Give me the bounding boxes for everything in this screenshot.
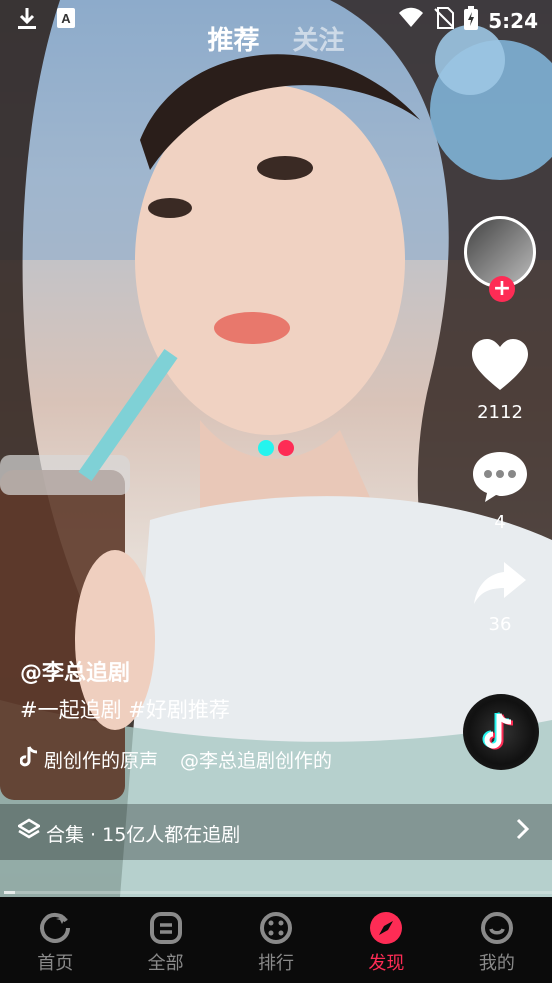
share-count: 36	[488, 614, 512, 635]
like-count: 2112	[477, 402, 523, 423]
nav-all-label: 全部	[147, 953, 184, 974]
music-author: @李总追剧创作的	[180, 750, 333, 772]
nav-profile[interactable]: 我的	[442, 897, 552, 983]
loading-indicator	[258, 440, 294, 456]
all-icon	[149, 911, 183, 945]
music-note-icon	[19, 746, 38, 773]
ranking-icon	[259, 911, 293, 945]
chevron-right-icon	[516, 818, 530, 846]
hashtags[interactable]: #一起追剧 #好剧推荐	[20, 694, 230, 724]
like-button[interactable]: 2112	[460, 338, 540, 423]
nav-discover[interactable]: 发现	[331, 897, 441, 983]
layers-icon	[16, 818, 42, 847]
author-name[interactable]: @李总追剧	[20, 655, 130, 687]
collection-text: 合集 · 15亿人都在追剧	[46, 824, 241, 846]
collection-bar[interactable]: 合集 · 15亿人都在追剧	[0, 804, 552, 860]
nav-home[interactable]: 首页	[0, 897, 110, 983]
compass-icon	[369, 911, 403, 945]
playback-progress[interactable]	[4, 891, 552, 894]
comment-count: 4	[494, 512, 506, 533]
nav-discover-label: 发现	[368, 953, 405, 974]
follow-plus-icon[interactable]: +	[489, 276, 515, 302]
music-disc[interactable]	[463, 694, 539, 770]
comment-button[interactable]: 4	[460, 450, 540, 533]
tab-recommend[interactable]: 推荐	[207, 20, 259, 57]
playback-progress-fill	[4, 891, 15, 894]
profile-icon	[480, 911, 514, 945]
share-arrow-icon[interactable]	[472, 562, 528, 610]
music-title: 剧创作的原声	[44, 750, 159, 772]
feed-tabs: 推荐 关注	[0, 20, 552, 57]
home-icon	[38, 911, 72, 945]
loader-dot-red	[278, 440, 294, 456]
author-avatar-group[interactable]: +	[464, 216, 540, 302]
heart-icon[interactable]	[470, 339, 530, 398]
nav-ranking-label: 排行	[258, 953, 295, 974]
video-screen: A 5:24 推荐 关注 + 2112 4 36 @李总追剧 #一起追剧 #好剧…	[0, 0, 552, 983]
comment-icon[interactable]	[471, 452, 529, 508]
nav-home-label: 首页	[37, 953, 74, 974]
tab-following[interactable]: 关注	[293, 20, 345, 57]
bottom-nav: 首页 全部 排行 发现 我的	[0, 897, 552, 983]
music-info[interactable]: 剧创作的原声 @李总追剧创作的	[19, 746, 333, 773]
loader-dot-cyan	[258, 440, 274, 456]
nav-all[interactable]: 全部	[110, 897, 220, 983]
share-button[interactable]: 36	[460, 560, 540, 635]
tiktok-logo-icon	[482, 712, 514, 750]
nav-ranking[interactable]: 排行	[221, 897, 331, 983]
nav-profile-label: 我的	[478, 953, 515, 974]
